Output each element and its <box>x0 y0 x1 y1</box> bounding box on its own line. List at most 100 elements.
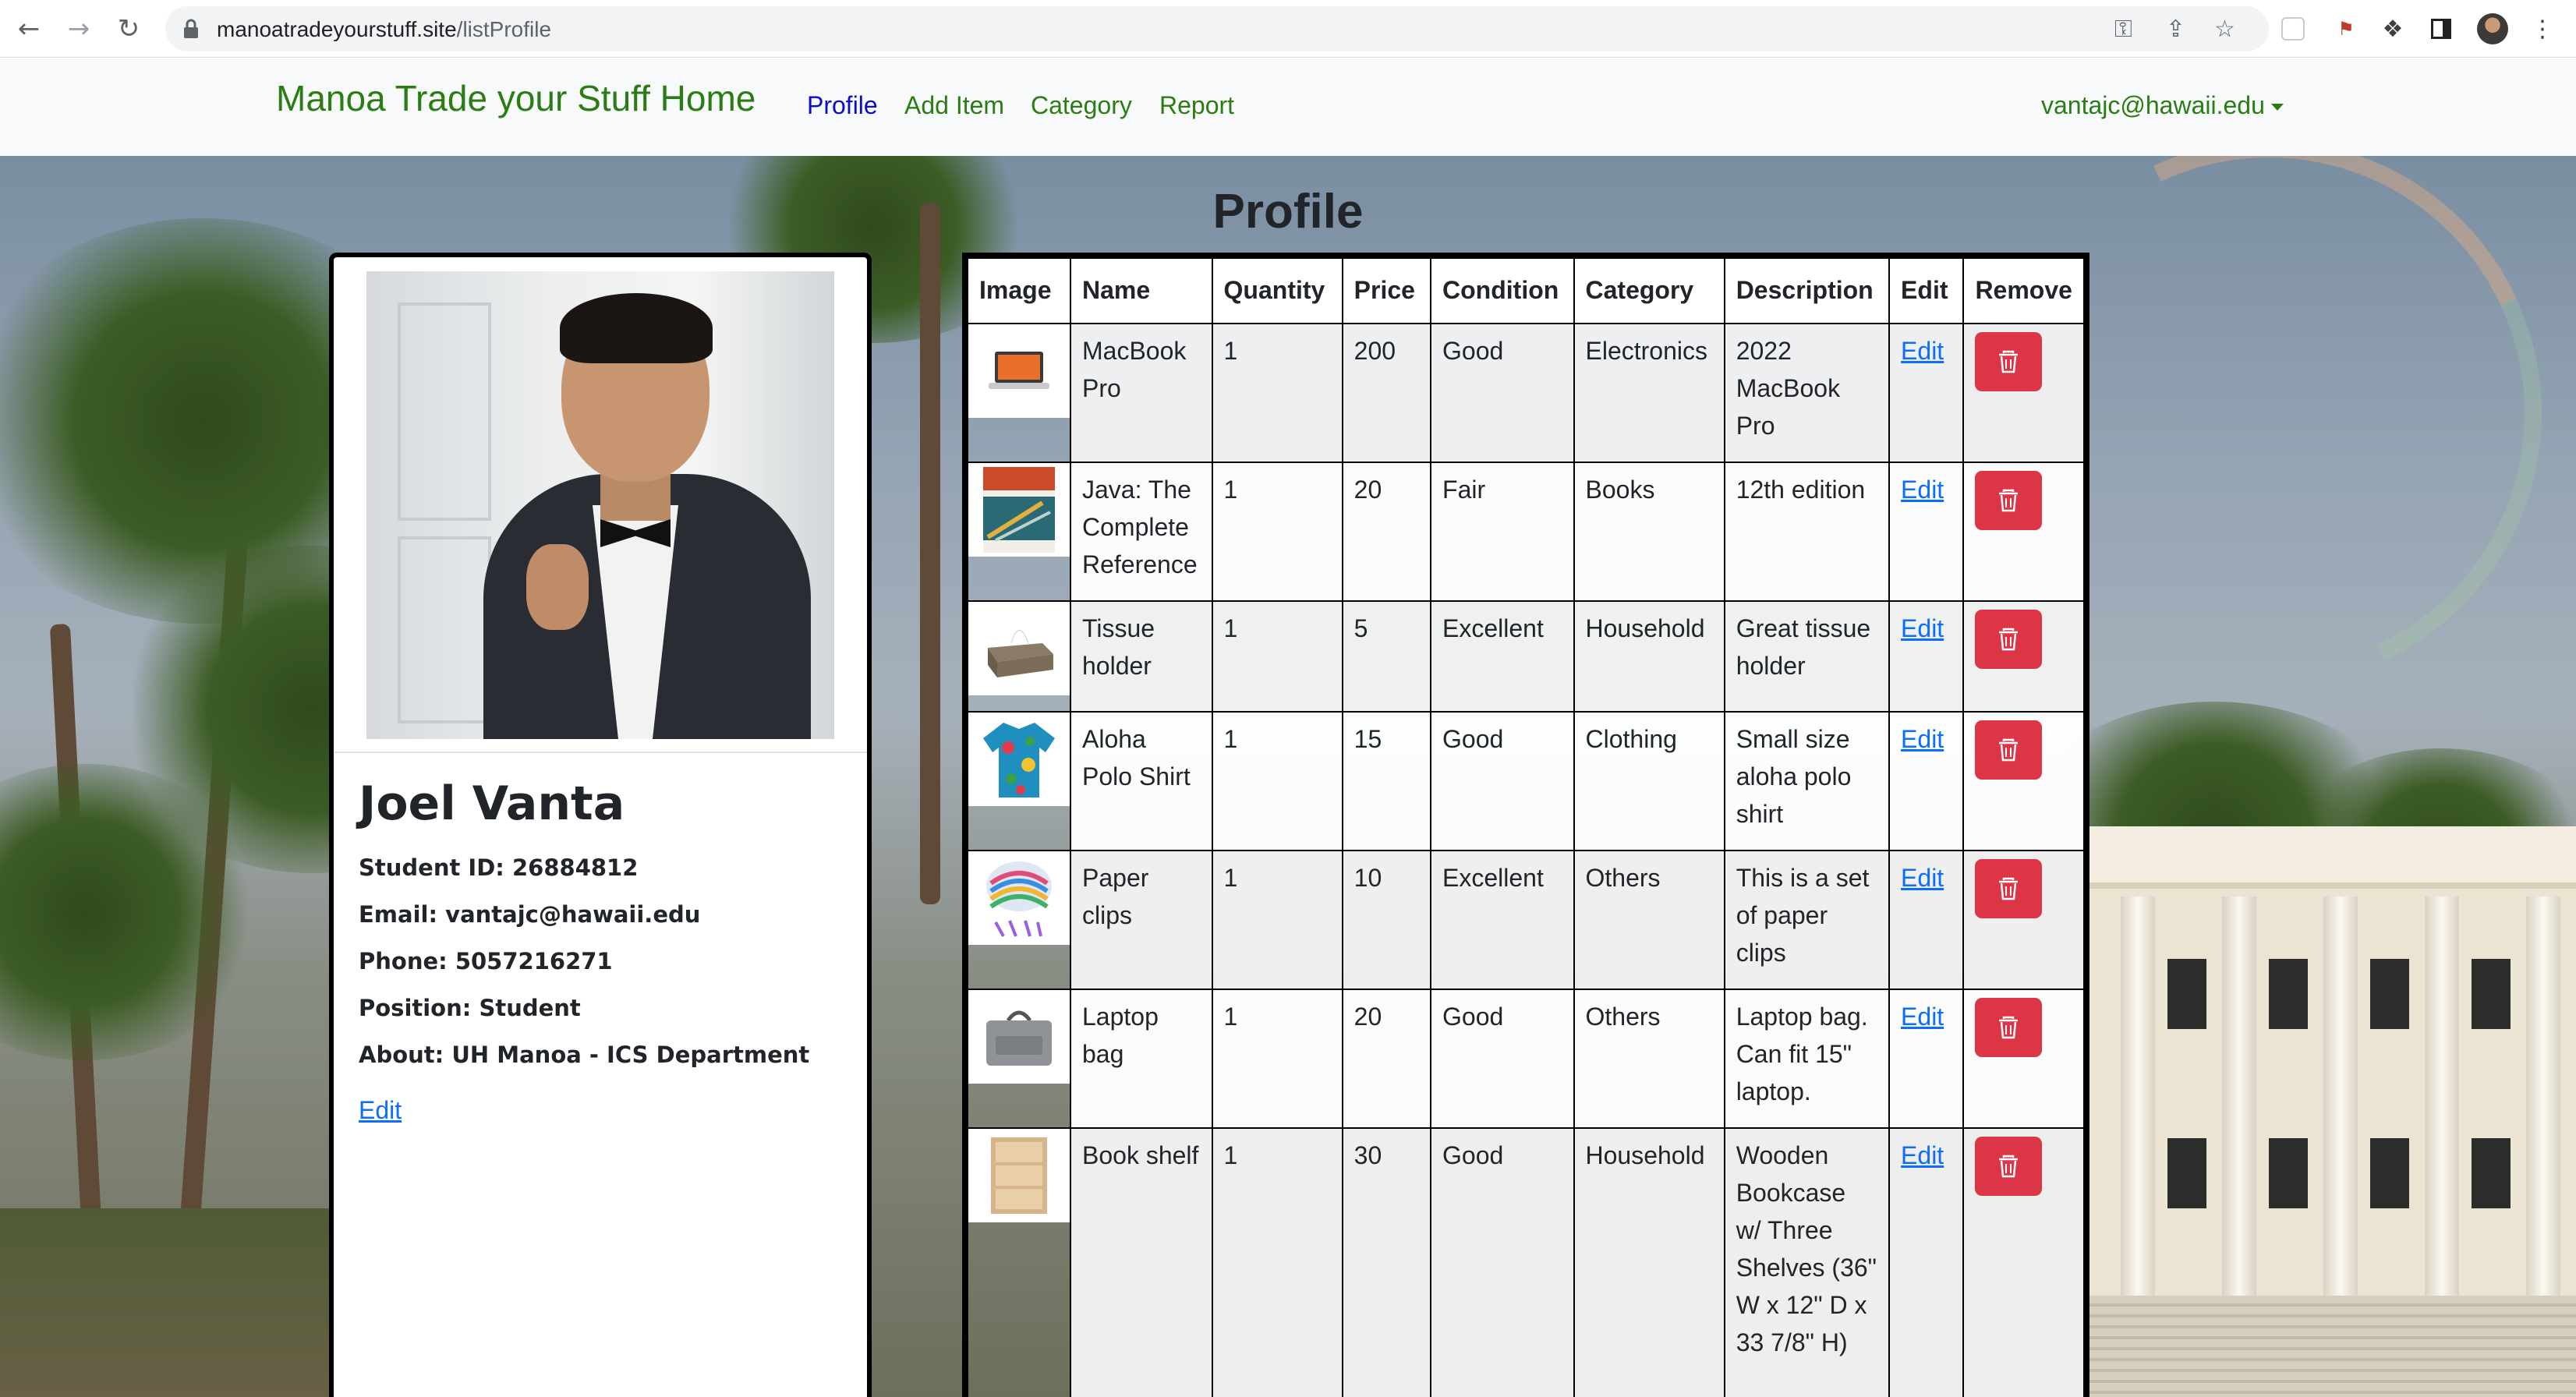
item-category: Household <box>1573 1127 1725 1397</box>
item-quantity: 1 <box>1211 989 1343 1129</box>
item-image-cell <box>967 1127 1071 1397</box>
url-text: manoatradeyourstuff.site/listProfile <box>217 17 552 41</box>
reload-icon[interactable]: ↻ <box>111 11 147 47</box>
table-row: Paper clips 1 10 Excellent Others This is a s… <box>967 850 2085 990</box>
nav-add-item-link[interactable]: Add Item <box>904 91 1004 120</box>
remove-item-button[interactable] <box>1975 1137 2043 1196</box>
user-dropdown[interactable]: vantajc@hawaii.edu <box>2041 91 2284 120</box>
item-thumbnail <box>968 713 1070 806</box>
app-navbar: Manoa Trade your Stuff Home Profile Add … <box>0 58 2576 156</box>
item-price: 10 <box>1341 850 1432 990</box>
nav-category-link[interactable]: Category <box>1031 91 1132 120</box>
item-remove-cell <box>1962 989 2085 1129</box>
item-thumbnail <box>968 990 1070 1084</box>
profile-photo-frame <box>334 257 867 753</box>
item-name: Java: The Complete Reference <box>1070 462 1213 602</box>
item-quantity: 1 <box>1211 600 1343 713</box>
remove-item-button[interactable] <box>1975 720 2043 780</box>
item-name: Book shelf <box>1070 1127 1213 1397</box>
item-thumbnail <box>968 1129 1070 1222</box>
bookmark-star-icon[interactable]: ☆ <box>2214 16 2235 43</box>
trash-icon <box>1999 1016 2019 1039</box>
item-edit-link[interactable]: Edit <box>1901 1141 1944 1169</box>
profile-email: Email: vantajc@hawaii.edu <box>359 901 701 928</box>
trash-icon <box>1999 350 2019 373</box>
item-image-cell <box>967 462 1071 602</box>
extension-icon[interactable] <box>2277 12 2309 45</box>
item-category: Electronics <box>1573 323 1725 463</box>
item-edit-link[interactable]: Edit <box>1901 1003 1944 1031</box>
nav-report-link[interactable]: Report <box>1159 91 1234 120</box>
item-image-cell <box>967 711 1071 851</box>
item-condition: Good <box>1430 989 1575 1129</box>
item-edit-link[interactable]: Edit <box>1901 725 1944 753</box>
trash-icon <box>1999 738 2019 762</box>
item-condition: Excellent <box>1430 600 1575 713</box>
item-price: 20 <box>1341 462 1432 602</box>
item-remove-cell <box>1962 600 2085 713</box>
item-thumbnail <box>968 463 1070 557</box>
remove-item-button[interactable] <box>1975 610 2043 669</box>
item-edit-cell: Edit <box>1888 600 1965 713</box>
header-price: Price <box>1341 257 1432 324</box>
header-image: Image <box>967 257 1071 324</box>
item-remove-cell <box>1962 711 2085 851</box>
item-edit-link[interactable]: Edit <box>1901 337 1944 365</box>
item-thumbnail <box>968 602 1070 695</box>
item-edit-link[interactable]: Edit <box>1901 476 1944 504</box>
item-price: 15 <box>1341 711 1432 851</box>
item-description: Great tissue holder <box>1723 600 1891 713</box>
nav-profile-link[interactable]: Profile <box>807 91 878 120</box>
brand-home-link[interactable]: Manoa Trade your Stuff Home <box>276 77 755 119</box>
header-condition: Condition <box>1430 257 1575 324</box>
remove-item-button[interactable] <box>1975 998 2043 1057</box>
item-image-cell <box>967 600 1071 713</box>
user-email: vantajc@hawaii.edu <box>2041 91 2265 119</box>
trash-icon <box>1999 1155 2019 1178</box>
header-category: Category <box>1573 257 1725 324</box>
item-name: Paper clips <box>1070 850 1213 990</box>
item-category: Others <box>1573 850 1725 990</box>
hawaii-hall-building <box>2089 826 2576 1397</box>
profile-edit-link[interactable]: Edit <box>359 1096 402 1125</box>
item-price: 5 <box>1341 600 1432 713</box>
profile-card: Joel Vanta Student ID: 26884812 Email: v… <box>329 253 872 1397</box>
remove-item-button[interactable] <box>1975 332 2043 391</box>
share-icon[interactable]: ⇪ <box>2166 16 2185 43</box>
header-description: Description <box>1723 257 1891 324</box>
forward-arrow-icon[interactable]: → <box>61 11 97 47</box>
profile-phone: Phone: 5057216271 <box>359 948 613 974</box>
items-table-container: Image Name Quantity Price Condition Cate… <box>962 253 2089 1397</box>
puzzle-extensions-icon[interactable]: ❖ <box>2376 12 2409 45</box>
back-arrow-icon[interactable]: ← <box>11 11 47 47</box>
item-category: Others <box>1573 989 1725 1129</box>
item-quantity: 1 <box>1211 850 1343 990</box>
avatar[interactable] <box>2476 12 2509 45</box>
item-category: Books <box>1573 462 1725 602</box>
trash-icon <box>1999 489 2019 512</box>
item-edit-cell: Edit <box>1888 711 1965 851</box>
item-price: 20 <box>1341 989 1432 1129</box>
item-edit-cell: Edit <box>1888 989 1965 1129</box>
item-remove-cell <box>1962 850 2085 990</box>
item-edit-link[interactable]: Edit <box>1901 614 1944 642</box>
item-quantity: 1 <box>1211 711 1343 851</box>
item-edit-cell: Edit <box>1888 323 1965 463</box>
item-image-cell <box>967 323 1071 463</box>
table-header-row: Image Name Quantity Price Condition Cate… <box>967 257 2085 324</box>
header-edit: Edit <box>1888 257 1965 324</box>
table-row: MacBook Pro 1 200 Good Electronics 2022 MacBo… <box>967 323 2085 463</box>
remove-item-button[interactable] <box>1975 859 2043 918</box>
extension-flag-icon[interactable]: ⚑ <box>2330 12 2362 45</box>
item-name: Tissue holder <box>1070 600 1213 713</box>
address-bar[interactable]: manoatradeyourstuff.site/listProfile ⚿ ⇪… <box>165 6 2269 51</box>
item-quantity: 1 <box>1211 323 1343 463</box>
item-condition: Good <box>1430 1127 1575 1397</box>
item-edit-link[interactable]: Edit <box>1901 864 1944 892</box>
table-row: Book shelf 1 30 Good Household Wooden Bookcas… <box>967 1127 2085 1397</box>
key-icon[interactable]: ⚿ <box>2114 16 2132 43</box>
side-panel-icon[interactable] <box>2425 12 2457 45</box>
table-row: Java: The Complete Reference 1 20 Fair Books… <box>967 462 2085 602</box>
remove-item-button[interactable] <box>1975 471 2043 530</box>
menu-kebab-icon[interactable]: ⋮ <box>2526 12 2559 45</box>
